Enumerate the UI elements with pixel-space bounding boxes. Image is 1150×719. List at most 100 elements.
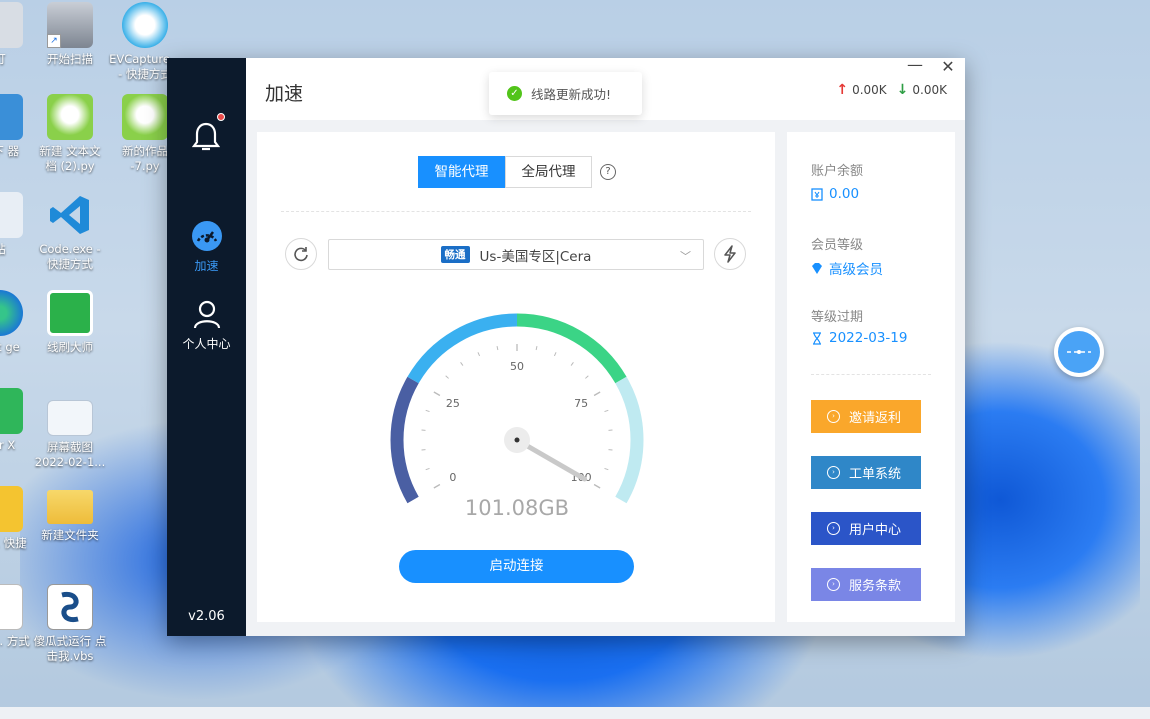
gauge-reading: 101.08GB [465,496,569,520]
terms-of-service-button[interactable]: › 服务条款 [811,568,921,601]
user-center-button[interactable]: › 用户中心 [811,512,921,545]
file-icon [0,584,23,630]
boost-button[interactable] [714,238,746,270]
desktop-icon-label: 站 [0,242,6,256]
line-status-badge: 畅通 [440,246,470,263]
hourglass-icon [813,331,821,345]
desktop-icon-label: edit... 方式 [0,634,30,648]
expire-label: 等级过期 [811,310,864,325]
gauge-tick-label: 25 [446,397,460,410]
edge-icon [0,290,23,336]
success-toast: ✓ 线路更新成功! [489,72,642,115]
gauge-tick [496,345,499,351]
recycle-bin-icon [0,192,23,238]
version-label: v2.06 [188,609,225,624]
chevron-down-icon: ﹀ [680,250,691,263]
close-button[interactable]: ✕ [941,59,955,75]
button-label: 邀请返利 [849,411,902,426]
gauge-tick [425,409,430,413]
desktop-icon[interactable]: 线刷大师 [32,290,108,355]
nav-item-speed[interactable]: 加速 [167,220,246,274]
button-label: 工单系统 [849,467,902,482]
gauge-tick [460,362,464,366]
gauge-tick [445,375,449,379]
desktop-icon-label: 傻瓜式运行 点击我.vbs [33,634,107,663]
desktop-icon[interactable]: 新建文件夹 [32,490,108,543]
refresh-button[interactable] [285,238,317,270]
vscode-icon [47,192,93,238]
wallet-icon [811,187,823,201]
arrow-circle-icon: › [827,466,840,479]
desktop-icon-label: 新建 文本文 档 (2).py [39,144,101,173]
desktop-icon[interactable]: 屏幕截图 2022-02-1... [32,400,108,470]
gauge-tick [477,352,481,357]
accelerator-window: 加速 个人中心 v2.06 加速 — ✕ ↑ 0.00K ↓ 0.00K ✓ 线… [167,57,965,636]
balance-label: 账户余额 [811,164,864,179]
gauge-tick [604,409,609,413]
balance-amount: 0.00 [829,186,860,202]
nav-item-label: 加速 [194,259,219,273]
invite-rebate-button[interactable]: › 邀请返利 [811,400,921,433]
gauge-tick [553,352,557,357]
desktop-icon[interactable]: Code.exe - 快捷方式 [32,192,108,272]
gauge-tick [593,391,601,397]
editor-icon [0,486,23,532]
check-circle-icon: ✓ [507,86,522,101]
gauge-tick [585,375,589,379]
gauge-arc-segment [615,376,644,504]
help-icon[interactable]: ? [600,164,616,180]
gauge-tick-label: 75 [574,397,588,410]
evcapture-icon [122,2,168,48]
button-label: 用户中心 [849,523,902,538]
toast-message: 线路更新成功! [531,87,612,102]
shortcut-arrow-icon: ↗ [47,34,61,48]
floating-ball[interactable] [1054,327,1104,377]
gauge-tick [535,345,538,351]
desktop-icon-label: 频下 器 [0,144,20,158]
upload-arrow-icon: ↑ [836,82,849,98]
desktop-icon[interactable]: ↗ 开始扫描 [32,2,108,67]
screenshot-file-icon [47,400,93,436]
desktop-icon-label: 线刷大师 [47,340,93,354]
desktop-icon-label: 新的作品 -7.py [122,144,168,173]
tab-smart-proxy[interactable]: 智能代理 [418,156,505,188]
desktop-icon-label: der X [0,438,16,452]
desktop-icon[interactable]: 傻瓜式运行 点击我.vbs [32,584,108,664]
diamond-icon [812,262,822,274]
line-select[interactable]: 畅通 Us-美国专区|Cera ﹀ [328,239,704,270]
arrow-circle-icon: › [827,410,840,423]
nav-item-profile[interactable]: 个人中心 [167,298,246,352]
gauge-hub-dot [514,437,520,443]
bell-icon[interactable] [191,121,221,153]
gauge-tick [604,467,609,471]
taskbar-edge [0,707,1150,719]
sidebar: 加速 个人中心 v2.06 [167,58,246,636]
level-name: 高级会员 [829,262,883,278]
lightning-icon [724,245,736,263]
scanner-icon [0,2,23,48]
traffic-stats: ↑ 0.00K ↓ 0.00K [836,82,947,98]
gauge-tick [433,391,441,397]
connect-button[interactable]: 启动连接 [399,550,634,583]
gauge-tick-label: 50 [510,360,524,373]
desktop-icon[interactable]: 新建 文本文 档 (2).py [32,94,108,174]
gauge-tick [425,467,430,471]
gauge-tick [593,483,601,489]
ticket-system-button[interactable]: › 工单系统 [811,456,921,489]
level-label: 会员等级 [811,238,864,253]
proxy-mode-tabs: 智能代理 全局代理 [418,156,592,188]
upload-speed: 0.00K [852,83,887,97]
user-icon [191,298,223,330]
gauge-arc-segment [390,376,419,504]
gauge-arc-segment [516,313,627,384]
gauge-tick [433,483,441,489]
main-panel: 智能代理 全局代理 ? 畅通 Us-美国专区|Cera ﹀ 0255075100… [257,132,775,622]
minimize-button[interactable]: — [907,57,923,73]
tab-global-proxy[interactable]: 全局代理 [505,156,592,188]
nav-item-label: 个人中心 [182,337,231,351]
download-arrow-icon: ↓ [896,82,909,98]
desktop-icon-label: 屏幕截图 2022-02-1... [34,440,106,469]
desktop-icon-label: 开始扫描 [47,52,93,66]
balance-value: 0.00 [811,186,859,202]
gauge-tick [570,362,574,366]
